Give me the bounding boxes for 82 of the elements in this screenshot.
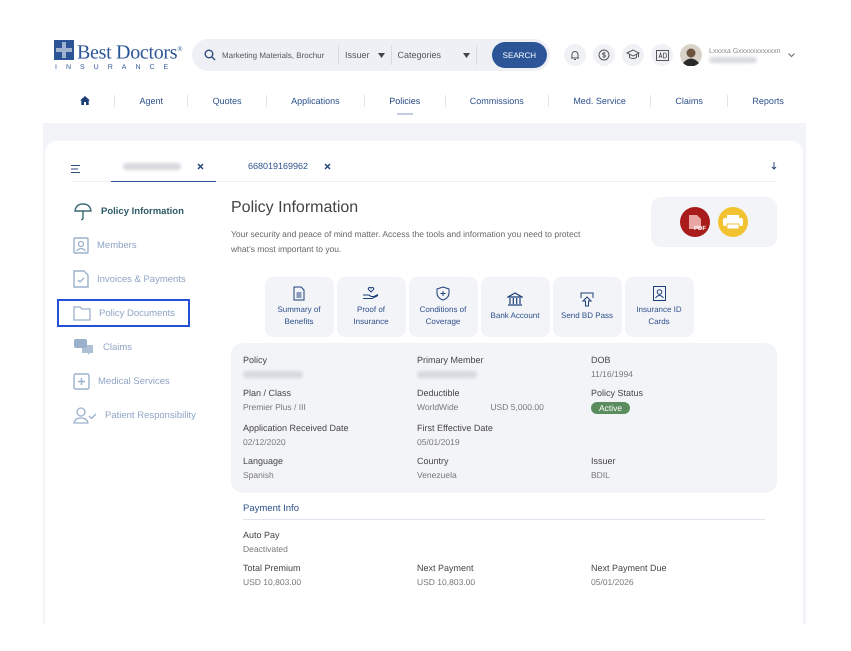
field-label: Deductible (417, 388, 461, 398)
umbrella-icon (73, 201, 93, 221)
field-label: Next Payment (417, 563, 475, 573)
field-label: Primary Member (417, 355, 485, 365)
field-label: Policy (243, 355, 268, 365)
field-value: Premier Plus / III (243, 402, 307, 412)
redacted-text (417, 371, 477, 378)
field-value: WorldWide (417, 402, 458, 412)
field-label: Issuer (591, 456, 617, 466)
id-card-icon (73, 236, 89, 254)
upload-icon (580, 292, 594, 307)
nav-link[interactable]: Quotes (210, 88, 244, 114)
search-icon (204, 49, 216, 61)
hand-heart-icon (362, 286, 380, 301)
dollar-icon[interactable] (593, 44, 615, 66)
field-value: Deactivated (243, 544, 289, 554)
menu-icon[interactable] (71, 165, 81, 173)
action-button[interactable]: Send BD Pass (552, 277, 622, 337)
field-label: Auto Pay (243, 530, 281, 540)
action-button[interactable]: Conditions of Coverage (408, 277, 478, 337)
field-label: First Effective Date (417, 423, 494, 433)
redacted-text (709, 56, 757, 62)
search-button[interactable]: SEARCH (492, 42, 547, 68)
action-button[interactable]: Summary of Benefits (264, 277, 334, 337)
document-check-icon (73, 270, 89, 288)
download-icon[interactable] (771, 162, 777, 170)
intro-text: Your security and peace of mind matter. Access the tools and information you need to protect what’s most important to you. (231, 228, 582, 256)
document-icon (293, 286, 305, 301)
graduation-cap-icon[interactable] (622, 44, 644, 66)
avatar[interactable] (680, 44, 702, 66)
caret-icon (463, 52, 470, 58)
folder-icon (73, 306, 91, 320)
action-button[interactable]: Proof of Insurance (336, 277, 406, 337)
logo-name: Best Doctors$^{®}$ (77, 40, 182, 62)
id-card-icon (652, 286, 666, 301)
field-label: Language (243, 456, 284, 466)
medical-plus-icon (73, 372, 90, 390)
caret-icon (378, 52, 385, 58)
page-title: Policy Information (231, 199, 360, 217)
ad-icon[interactable] (651, 44, 673, 66)
field-label: Country (417, 456, 450, 466)
field-value: 05/01/2019 (417, 437, 461, 447)
field-label: Total Premium (243, 563, 302, 573)
nav-link[interactable]: Agent (138, 88, 166, 114)
categories-dropdown[interactable]: Categories (398, 45, 478, 65)
field-value: 05/01/2026 (591, 577, 635, 587)
shield-plus-icon (436, 286, 450, 301)
field-value: 02/12/2020 (243, 437, 287, 447)
sidebar-item[interactable]: Policy Information (57, 197, 190, 225)
field-value: USD 10,803.00 (417, 577, 476, 587)
field-value: 11/16/1994 (591, 369, 634, 379)
field-value: USD 10,803.00 (243, 577, 302, 587)
field-label: Next Payment Due (591, 563, 668, 573)
field-value: BDIL (591, 470, 611, 480)
field-label: Application Received Date (243, 423, 350, 433)
action-button[interactable]: Bank Account (480, 277, 550, 337)
person-check-icon (73, 406, 97, 424)
issuer-dropdown[interactable]: Issuer (345, 45, 392, 65)
nav-link[interactable]: Claims (673, 88, 705, 114)
field-label: Policy Status (591, 388, 644, 398)
logo-icon (54, 40, 74, 60)
field-value: Spanish (243, 470, 275, 480)
nav-link[interactable]: Commissions (468, 88, 526, 114)
field-label: DOB (591, 355, 612, 365)
field-label: Plan / Class (243, 388, 292, 398)
bell-icon[interactable] (564, 44, 586, 66)
tab[interactable]: 668019169962 (236, 151, 344, 182)
close-icon[interactable] (197, 162, 204, 170)
nav-link[interactable]: Applications (289, 88, 342, 114)
nav-link[interactable]: Reports (750, 88, 786, 114)
bank-icon (507, 292, 523, 307)
field-value: Venezuela (417, 470, 458, 480)
field-value: USD 5,000.00 (490, 402, 544, 412)
close-icon[interactable] (324, 162, 332, 170)
nav-link[interactable]: Med. Service (571, 88, 628, 114)
redacted-text (243, 371, 303, 378)
section-title: Payment Info (243, 503, 765, 520)
search-field[interactable]: Marketing Materials, Brochur (222, 45, 339, 65)
chat-icon (73, 338, 95, 356)
action-button[interactable]: Insurance ID Cards (624, 277, 694, 337)
chevron-down-icon[interactable] (788, 52, 795, 58)
status-badge: Active (591, 402, 630, 414)
